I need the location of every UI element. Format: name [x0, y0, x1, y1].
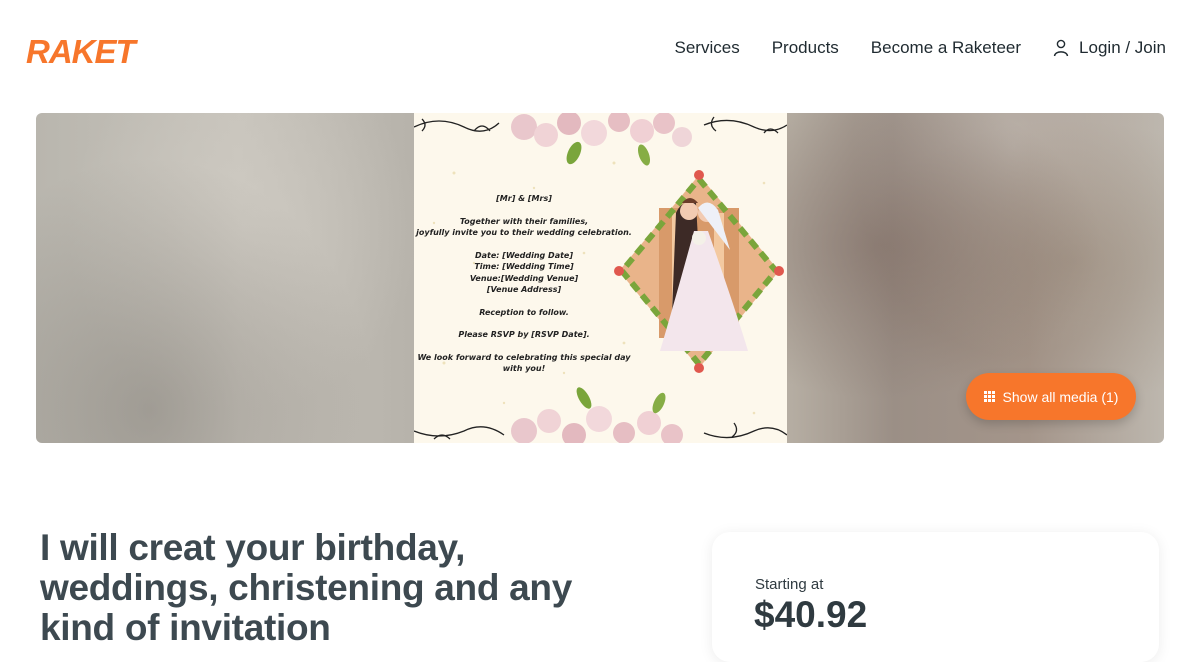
user-icon [1053, 39, 1069, 57]
nav-services[interactable]: Services [675, 38, 740, 58]
invite-line: Venue:[Wedding Venue] [469, 273, 579, 283]
invite-line: Time: [Wedding Time] [474, 262, 574, 271]
listing-title: I will creat your birthday, weddings, ch… [40, 527, 572, 648]
invite-line: [Mr] & [Mrs] [496, 194, 552, 203]
invite-line: Together with their families, [459, 216, 589, 226]
main-nav: Services Products Become a Raketeer Logi… [675, 38, 1166, 58]
invite-line: Reception to follow. [479, 307, 569, 317]
nav-products[interactable]: Products [772, 38, 839, 58]
pricing-card: Starting at $40.92 [712, 532, 1159, 662]
raket-logo[interactable]: RAKET [24, 32, 160, 68]
logo-text: RAKET [26, 33, 139, 68]
login-join-label: Login / Join [1079, 38, 1166, 57]
show-all-media-button[interactable]: Show all media (1) [966, 373, 1136, 420]
invitation-image[interactable]: [Mr] & [Mrs] Together with their familie… [414, 113, 787, 443]
invite-line: [Venue Address] [486, 285, 562, 294]
invite-line: We look forward to celebrating this spec… [417, 352, 631, 362]
login-join-link[interactable]: Login / Join [1053, 38, 1166, 58]
invite-line: joyfully invite you to their wedding cel… [416, 228, 632, 237]
nav-become-raketeer[interactable]: Become a Raketeer [871, 38, 1021, 58]
grid-icon [983, 391, 995, 402]
site-header: RAKET Services Products Become a Raketee… [0, 0, 1200, 100]
invitation-text: [Mr] & [Mrs] Together with their familie… [414, 193, 634, 375]
starting-at-label: Starting at [755, 576, 824, 593]
invite-line: Date: [Wedding Date] [474, 250, 573, 260]
invite-line: with you! [502, 364, 546, 373]
gallery-blurred-left [36, 113, 414, 443]
invite-line: Please RSVP by [RSVP Date]. [458, 330, 590, 339]
show-all-media-label: Show all media (1) [1002, 388, 1119, 405]
